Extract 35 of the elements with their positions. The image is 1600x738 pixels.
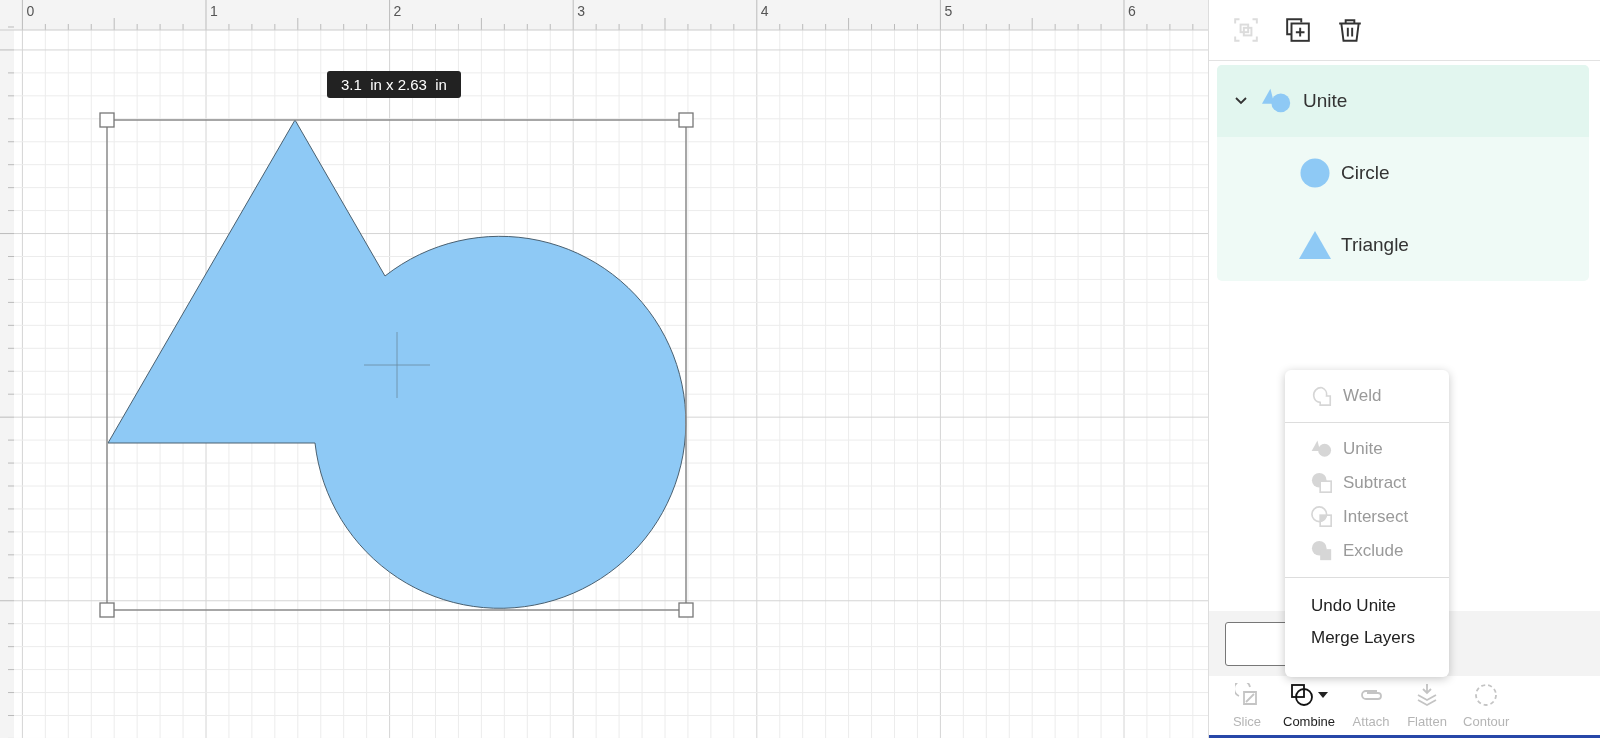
ruler-label: 3	[577, 3, 585, 19]
dimension-tooltip: 3.1 in x 2.63 in	[327, 71, 461, 98]
ruler-label: 2	[393, 3, 402, 19]
layer-name: Circle	[1341, 162, 1390, 184]
menu-item[interactable]: Merge Layers	[1285, 622, 1449, 654]
ruler-label: 6	[1128, 3, 1136, 19]
duplicate-button[interactable]	[1285, 17, 1311, 43]
circle-icon	[1299, 158, 1331, 188]
resize-handle[interactable]	[678, 602, 694, 618]
menu-item[interactable]: Undo Unite	[1285, 590, 1449, 622]
caret-icon	[1318, 692, 1328, 698]
layer-row[interactable]: Circle	[1217, 137, 1589, 209]
layer-group-row[interactable]: Unite	[1217, 65, 1589, 137]
subtract-icon	[1311, 472, 1333, 494]
resize-handle[interactable]	[99, 112, 115, 128]
layer-name: Unite	[1303, 90, 1348, 112]
weld-icon	[1311, 385, 1333, 407]
ruler-label: 5	[944, 3, 953, 19]
resize-handle[interactable]	[678, 112, 694, 128]
ruler-label: 4	[760, 3, 769, 19]
ruler-label: 1	[210, 3, 218, 19]
tool-button[interactable]: Combine	[1275, 682, 1344, 729]
ruler-label: 0	[26, 3, 35, 19]
layer-row[interactable]: Triangle	[1217, 209, 1589, 281]
intersect-icon	[1311, 506, 1333, 528]
triangle-icon	[1299, 230, 1331, 260]
center-crosshair	[363, 331, 431, 399]
shapes-icon	[1311, 438, 1333, 460]
slice-icon	[1235, 683, 1259, 707]
resize-handle[interactable]	[99, 602, 115, 618]
layer-name: Triangle	[1341, 234, 1409, 256]
exclude-icon	[1311, 540, 1333, 562]
dashed-circle-icon	[1474, 683, 1499, 707]
trash-button[interactable]	[1337, 17, 1363, 43]
shapes-icon	[1290, 683, 1314, 707]
